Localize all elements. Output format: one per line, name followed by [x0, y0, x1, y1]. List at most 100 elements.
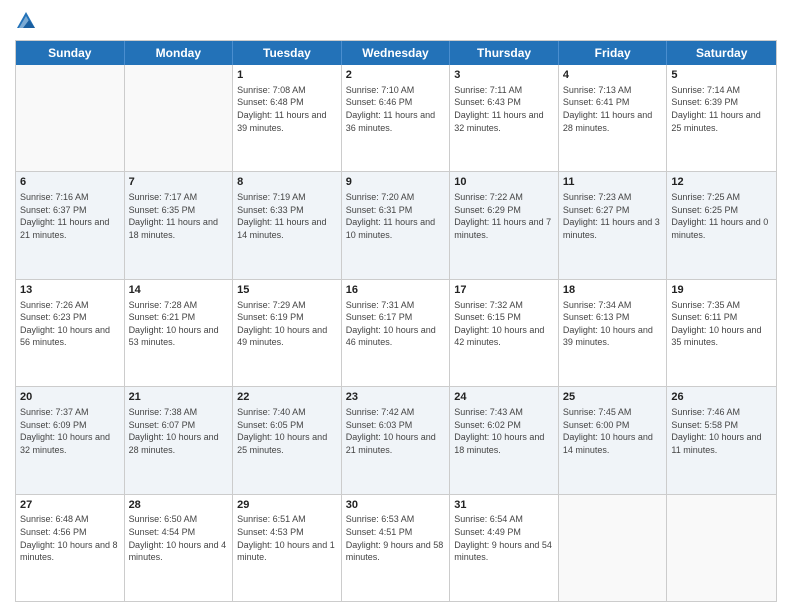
day-info: Sunrise: 7:28 AM Sunset: 6:21 PM Dayligh…: [129, 299, 229, 349]
calendar-cell: 20Sunrise: 7:37 AM Sunset: 6:09 PM Dayli…: [16, 387, 125, 493]
day-number: 21: [129, 390, 229, 405]
day-number: 3: [454, 68, 554, 83]
day-info: Sunrise: 7:32 AM Sunset: 6:15 PM Dayligh…: [454, 299, 554, 349]
day-number: 17: [454, 283, 554, 298]
calendar-cell: 1Sunrise: 7:08 AM Sunset: 6:48 PM Daylig…: [233, 65, 342, 171]
calendar-cell-empty: [125, 65, 234, 171]
day-number: 22: [237, 390, 337, 405]
calendar-cell: 14Sunrise: 7:28 AM Sunset: 6:21 PM Dayli…: [125, 280, 234, 386]
day-number: 18: [563, 283, 663, 298]
calendar-header-wednesday: Wednesday: [342, 41, 451, 65]
calendar-cell: 24Sunrise: 7:43 AM Sunset: 6:02 PM Dayli…: [450, 387, 559, 493]
day-info: Sunrise: 7:25 AM Sunset: 6:25 PM Dayligh…: [671, 191, 772, 241]
day-info: Sunrise: 7:31 AM Sunset: 6:17 PM Dayligh…: [346, 299, 446, 349]
day-info: Sunrise: 7:14 AM Sunset: 6:39 PM Dayligh…: [671, 84, 772, 134]
day-number: 27: [20, 498, 120, 513]
header: [15, 10, 777, 32]
calendar-cell-empty: [667, 495, 776, 601]
day-number: 19: [671, 283, 772, 298]
day-info: Sunrise: 7:40 AM Sunset: 6:05 PM Dayligh…: [237, 406, 337, 456]
calendar-cell: 28Sunrise: 6:50 AM Sunset: 4:54 PM Dayli…: [125, 495, 234, 601]
day-number: 29: [237, 498, 337, 513]
day-info: Sunrise: 7:29 AM Sunset: 6:19 PM Dayligh…: [237, 299, 337, 349]
calendar-cell: 19Sunrise: 7:35 AM Sunset: 6:11 PM Dayli…: [667, 280, 776, 386]
calendar-cell: 12Sunrise: 7:25 AM Sunset: 6:25 PM Dayli…: [667, 172, 776, 278]
logo-icon: [15, 10, 37, 32]
day-number: 20: [20, 390, 120, 405]
calendar-cell: 27Sunrise: 6:48 AM Sunset: 4:56 PM Dayli…: [16, 495, 125, 601]
calendar-row: 27Sunrise: 6:48 AM Sunset: 4:56 PM Dayli…: [16, 494, 776, 601]
calendar-cell: 23Sunrise: 7:42 AM Sunset: 6:03 PM Dayli…: [342, 387, 451, 493]
calendar-header-tuesday: Tuesday: [233, 41, 342, 65]
day-info: Sunrise: 7:20 AM Sunset: 6:31 PM Dayligh…: [346, 191, 446, 241]
calendar-cell: 11Sunrise: 7:23 AM Sunset: 6:27 PM Dayli…: [559, 172, 668, 278]
calendar-cell: 25Sunrise: 7:45 AM Sunset: 6:00 PM Dayli…: [559, 387, 668, 493]
day-number: 13: [20, 283, 120, 298]
day-info: Sunrise: 7:37 AM Sunset: 6:09 PM Dayligh…: [20, 406, 120, 456]
calendar-cell: 16Sunrise: 7:31 AM Sunset: 6:17 PM Dayli…: [342, 280, 451, 386]
calendar-cell: 29Sunrise: 6:51 AM Sunset: 4:53 PM Dayli…: [233, 495, 342, 601]
calendar-header-saturday: Saturday: [667, 41, 776, 65]
calendar-cell: 22Sunrise: 7:40 AM Sunset: 6:05 PM Dayli…: [233, 387, 342, 493]
day-number: 25: [563, 390, 663, 405]
calendar-cell: 9Sunrise: 7:20 AM Sunset: 6:31 PM Daylig…: [342, 172, 451, 278]
calendar-cell: 10Sunrise: 7:22 AM Sunset: 6:29 PM Dayli…: [450, 172, 559, 278]
day-number: 10: [454, 175, 554, 190]
calendar-header-thursday: Thursday: [450, 41, 559, 65]
calendar-cell: 21Sunrise: 7:38 AM Sunset: 6:07 PM Dayli…: [125, 387, 234, 493]
day-number: 30: [346, 498, 446, 513]
calendar-body: 1Sunrise: 7:08 AM Sunset: 6:48 PM Daylig…: [16, 65, 776, 601]
day-info: Sunrise: 6:51 AM Sunset: 4:53 PM Dayligh…: [237, 513, 337, 563]
day-info: Sunrise: 7:11 AM Sunset: 6:43 PM Dayligh…: [454, 84, 554, 134]
day-info: Sunrise: 7:17 AM Sunset: 6:35 PM Dayligh…: [129, 191, 229, 241]
day-number: 1: [237, 68, 337, 83]
day-number: 9: [346, 175, 446, 190]
calendar-cell: 3Sunrise: 7:11 AM Sunset: 6:43 PM Daylig…: [450, 65, 559, 171]
day-info: Sunrise: 7:38 AM Sunset: 6:07 PM Dayligh…: [129, 406, 229, 456]
day-info: Sunrise: 7:13 AM Sunset: 6:41 PM Dayligh…: [563, 84, 663, 134]
calendar-cell-empty: [16, 65, 125, 171]
calendar-row: 6Sunrise: 7:16 AM Sunset: 6:37 PM Daylig…: [16, 171, 776, 278]
calendar-cell: 17Sunrise: 7:32 AM Sunset: 6:15 PM Dayli…: [450, 280, 559, 386]
day-info: Sunrise: 7:26 AM Sunset: 6:23 PM Dayligh…: [20, 299, 120, 349]
calendar-cell: 4Sunrise: 7:13 AM Sunset: 6:41 PM Daylig…: [559, 65, 668, 171]
day-number: 16: [346, 283, 446, 298]
day-info: Sunrise: 6:53 AM Sunset: 4:51 PM Dayligh…: [346, 513, 446, 563]
calendar-cell: 13Sunrise: 7:26 AM Sunset: 6:23 PM Dayli…: [16, 280, 125, 386]
day-info: Sunrise: 7:35 AM Sunset: 6:11 PM Dayligh…: [671, 299, 772, 349]
day-info: Sunrise: 7:10 AM Sunset: 6:46 PM Dayligh…: [346, 84, 446, 134]
calendar-header-sunday: Sunday: [16, 41, 125, 65]
day-info: Sunrise: 7:42 AM Sunset: 6:03 PM Dayligh…: [346, 406, 446, 456]
day-info: Sunrise: 7:19 AM Sunset: 6:33 PM Dayligh…: [237, 191, 337, 241]
day-info: Sunrise: 7:46 AM Sunset: 5:58 PM Dayligh…: [671, 406, 772, 456]
calendar-row: 13Sunrise: 7:26 AM Sunset: 6:23 PM Dayli…: [16, 279, 776, 386]
day-number: 11: [563, 175, 663, 190]
calendar-row: 1Sunrise: 7:08 AM Sunset: 6:48 PM Daylig…: [16, 65, 776, 171]
day-info: Sunrise: 7:45 AM Sunset: 6:00 PM Dayligh…: [563, 406, 663, 456]
day-info: Sunrise: 7:22 AM Sunset: 6:29 PM Dayligh…: [454, 191, 554, 241]
day-number: 4: [563, 68, 663, 83]
day-number: 8: [237, 175, 337, 190]
calendar-cell: 7Sunrise: 7:17 AM Sunset: 6:35 PM Daylig…: [125, 172, 234, 278]
day-number: 2: [346, 68, 446, 83]
logo: [15, 10, 41, 32]
day-number: 15: [237, 283, 337, 298]
day-info: Sunrise: 7:23 AM Sunset: 6:27 PM Dayligh…: [563, 191, 663, 241]
calendar-cell: 31Sunrise: 6:54 AM Sunset: 4:49 PM Dayli…: [450, 495, 559, 601]
day-number: 6: [20, 175, 120, 190]
day-info: Sunrise: 7:43 AM Sunset: 6:02 PM Dayligh…: [454, 406, 554, 456]
calendar-cell: 15Sunrise: 7:29 AM Sunset: 6:19 PM Dayli…: [233, 280, 342, 386]
day-number: 7: [129, 175, 229, 190]
calendar-header-monday: Monday: [125, 41, 234, 65]
day-number: 5: [671, 68, 772, 83]
day-info: Sunrise: 6:54 AM Sunset: 4:49 PM Dayligh…: [454, 513, 554, 563]
day-number: 14: [129, 283, 229, 298]
day-info: Sunrise: 6:50 AM Sunset: 4:54 PM Dayligh…: [129, 513, 229, 563]
calendar-cell: 8Sunrise: 7:19 AM Sunset: 6:33 PM Daylig…: [233, 172, 342, 278]
calendar-cell: 30Sunrise: 6:53 AM Sunset: 4:51 PM Dayli…: [342, 495, 451, 601]
calendar-header-friday: Friday: [559, 41, 668, 65]
page: SundayMondayTuesdayWednesdayThursdayFrid…: [0, 0, 792, 612]
day-info: Sunrise: 6:48 AM Sunset: 4:56 PM Dayligh…: [20, 513, 120, 563]
calendar-cell-empty: [559, 495, 668, 601]
calendar-cell: 5Sunrise: 7:14 AM Sunset: 6:39 PM Daylig…: [667, 65, 776, 171]
